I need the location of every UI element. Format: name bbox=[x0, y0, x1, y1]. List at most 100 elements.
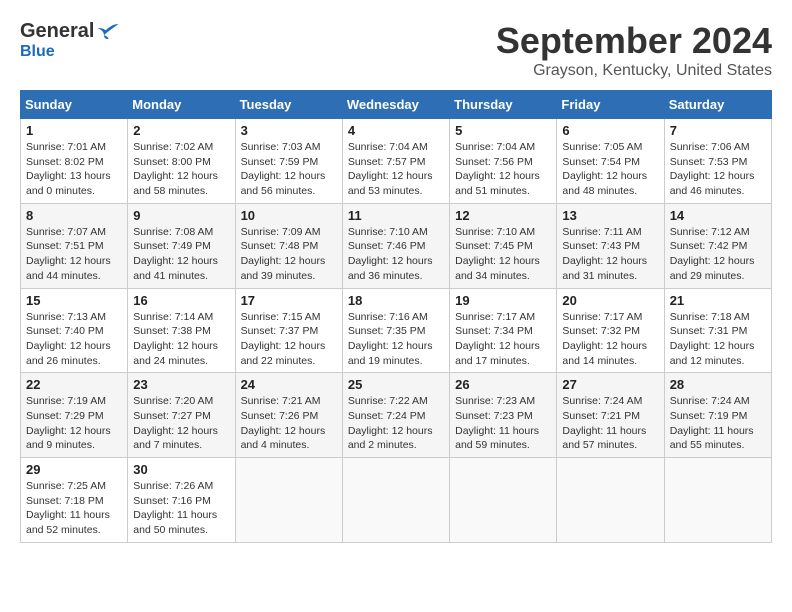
calendar-cell bbox=[664, 458, 771, 543]
calendar-week-2: 8 Sunrise: 7:07 AM Sunset: 7:51 PM Daylig… bbox=[21, 203, 772, 288]
calendar-cell bbox=[342, 458, 449, 543]
day-number: 13 bbox=[562, 208, 658, 223]
logo-blue-text: Blue bbox=[20, 43, 55, 61]
calendar-cell: 8 Sunrise: 7:07 AM Sunset: 7:51 PM Daylig… bbox=[21, 203, 128, 288]
day-number: 4 bbox=[348, 123, 444, 138]
calendar-cell: 4 Sunrise: 7:04 AM Sunset: 7:57 PM Daylig… bbox=[342, 119, 449, 204]
calendar-cell: 17 Sunrise: 7:15 AM Sunset: 7:37 PM Dayli… bbox=[235, 288, 342, 373]
calendar-cell: 2Sunrise: 7:02 AM Sunset: 8:00 PM Daylig… bbox=[128, 119, 235, 204]
weekday-header-saturday: Saturday bbox=[664, 91, 771, 119]
day-info: Sunrise: 7:01 AM Sunset: 8:02 PM Dayligh… bbox=[26, 140, 122, 199]
calendar-cell: 1Sunrise: 7:01 AM Sunset: 8:02 PM Daylig… bbox=[21, 119, 128, 204]
calendar-cell: 25Sunrise: 7:22 AM Sunset: 7:24 PM Dayli… bbox=[342, 373, 449, 458]
day-info: Sunrise: 7:14 AM Sunset: 7:38 PM Dayligh… bbox=[133, 310, 229, 369]
weekday-header-monday: Monday bbox=[128, 91, 235, 119]
calendar-cell: 19 Sunrise: 7:17 AM Sunset: 7:34 PM Dayli… bbox=[450, 288, 557, 373]
calendar-cell: 28Sunrise: 7:24 AM Sunset: 7:19 PM Dayli… bbox=[664, 373, 771, 458]
day-info: Sunrise: 7:05 AM Sunset: 7:54 PM Dayligh… bbox=[562, 140, 658, 199]
calendar-cell: 21 Sunrise: 7:18 AM Sunset: 7:31 PM Dayli… bbox=[664, 288, 771, 373]
logo-general-text: General bbox=[20, 20, 94, 43]
calendar-cell bbox=[235, 458, 342, 543]
day-info: Sunrise: 7:25 AM Sunset: 7:18 PM Dayligh… bbox=[26, 479, 122, 538]
weekday-header-sunday: Sunday bbox=[21, 91, 128, 119]
calendar-cell: 6 Sunrise: 7:05 AM Sunset: 7:54 PM Daylig… bbox=[557, 119, 664, 204]
day-info: Sunrise: 7:20 AM Sunset: 7:27 PM Dayligh… bbox=[133, 394, 229, 453]
day-info: Sunrise: 7:06 AM Sunset: 7:53 PM Dayligh… bbox=[670, 140, 766, 199]
day-info: Sunrise: 7:15 AM Sunset: 7:37 PM Dayligh… bbox=[241, 310, 337, 369]
day-info: Sunrise: 7:12 AM Sunset: 7:42 PM Dayligh… bbox=[670, 225, 766, 284]
calendar-cell: 13 Sunrise: 7:11 AM Sunset: 7:43 PM Dayli… bbox=[557, 203, 664, 288]
day-info: Sunrise: 7:17 AM Sunset: 7:34 PM Dayligh… bbox=[455, 310, 551, 369]
day-info: Sunrise: 7:16 AM Sunset: 7:35 PM Dayligh… bbox=[348, 310, 444, 369]
calendar-week-3: 15 Sunrise: 7:13 AM Sunset: 7:40 PM Dayli… bbox=[21, 288, 772, 373]
calendar-cell: 23Sunrise: 7:20 AM Sunset: 7:27 PM Dayli… bbox=[128, 373, 235, 458]
day-info: Sunrise: 7:19 AM Sunset: 7:29 PM Dayligh… bbox=[26, 394, 122, 453]
day-number: 22 bbox=[26, 377, 122, 392]
day-number: 17 bbox=[241, 293, 337, 308]
calendar-cell: 20Sunrise: 7:17 AM Sunset: 7:32 PM Dayli… bbox=[557, 288, 664, 373]
day-number: 11 bbox=[348, 208, 444, 223]
header: General Blue September 2024 Grayson, Ken… bbox=[20, 20, 772, 80]
day-number: 9 bbox=[133, 208, 229, 223]
calendar-cell: 11Sunrise: 7:10 AM Sunset: 7:46 PM Dayli… bbox=[342, 203, 449, 288]
calendar-cell: 15 Sunrise: 7:13 AM Sunset: 7:40 PM Dayli… bbox=[21, 288, 128, 373]
day-number: 27 bbox=[562, 377, 658, 392]
calendar-cell bbox=[450, 458, 557, 543]
calendar-cell: 10 Sunrise: 7:09 AM Sunset: 7:48 PM Dayli… bbox=[235, 203, 342, 288]
day-info: Sunrise: 7:04 AM Sunset: 7:57 PM Dayligh… bbox=[348, 140, 444, 199]
calendar-cell: 27 Sunrise: 7:24 AM Sunset: 7:21 PM Dayli… bbox=[557, 373, 664, 458]
calendar-week-1: 1Sunrise: 7:01 AM Sunset: 8:02 PM Daylig… bbox=[21, 119, 772, 204]
day-number: 18 bbox=[348, 293, 444, 308]
day-info: Sunrise: 7:08 AM Sunset: 7:49 PM Dayligh… bbox=[133, 225, 229, 284]
day-number: 6 bbox=[562, 123, 658, 138]
day-info: Sunrise: 7:07 AM Sunset: 7:51 PM Dayligh… bbox=[26, 225, 122, 284]
calendar-cell: 12Sunrise: 7:10 AM Sunset: 7:45 PM Dayli… bbox=[450, 203, 557, 288]
calendar-cell: 18 Sunrise: 7:16 AM Sunset: 7:35 PM Dayli… bbox=[342, 288, 449, 373]
day-number: 16 bbox=[133, 293, 229, 308]
weekday-header-thursday: Thursday bbox=[450, 91, 557, 119]
calendar-cell: 29 Sunrise: 7:25 AM Sunset: 7:18 PM Dayli… bbox=[21, 458, 128, 543]
weekday-header-wednesday: Wednesday bbox=[342, 91, 449, 119]
day-info: Sunrise: 7:13 AM Sunset: 7:40 PM Dayligh… bbox=[26, 310, 122, 369]
day-info: Sunrise: 7:26 AM Sunset: 7:16 PM Dayligh… bbox=[133, 479, 229, 538]
day-info: Sunrise: 7:21 AM Sunset: 7:26 PM Dayligh… bbox=[241, 394, 337, 453]
day-info: Sunrise: 7:03 AM Sunset: 7:59 PM Dayligh… bbox=[241, 140, 337, 199]
calendar-cell: 9 Sunrise: 7:08 AM Sunset: 7:49 PM Daylig… bbox=[128, 203, 235, 288]
day-info: Sunrise: 7:23 AM Sunset: 7:23 PM Dayligh… bbox=[455, 394, 551, 453]
calendar-cell: 5 Sunrise: 7:04 AM Sunset: 7:56 PM Daylig… bbox=[450, 119, 557, 204]
day-info: Sunrise: 7:24 AM Sunset: 7:19 PM Dayligh… bbox=[670, 394, 766, 453]
day-info: Sunrise: 7:04 AM Sunset: 7:56 PM Dayligh… bbox=[455, 140, 551, 199]
day-number: 30 bbox=[133, 462, 229, 477]
day-number: 19 bbox=[455, 293, 551, 308]
day-number: 8 bbox=[26, 208, 122, 223]
calendar-cell: 14 Sunrise: 7:12 AM Sunset: 7:42 PM Dayli… bbox=[664, 203, 771, 288]
weekday-header-tuesday: Tuesday bbox=[235, 91, 342, 119]
day-info: Sunrise: 7:24 AM Sunset: 7:21 PM Dayligh… bbox=[562, 394, 658, 453]
day-number: 3 bbox=[241, 123, 337, 138]
day-number: 26 bbox=[455, 377, 551, 392]
calendar-cell: 22 Sunrise: 7:19 AM Sunset: 7:29 PM Dayli… bbox=[21, 373, 128, 458]
weekday-header-friday: Friday bbox=[557, 91, 664, 119]
day-number: 14 bbox=[670, 208, 766, 223]
calendar-cell: 3 Sunrise: 7:03 AM Sunset: 7:59 PM Daylig… bbox=[235, 119, 342, 204]
day-number: 15 bbox=[26, 293, 122, 308]
day-info: Sunrise: 7:09 AM Sunset: 7:48 PM Dayligh… bbox=[241, 225, 337, 284]
calendar-week-4: 22 Sunrise: 7:19 AM Sunset: 7:29 PM Dayli… bbox=[21, 373, 772, 458]
day-number: 10 bbox=[241, 208, 337, 223]
day-number: 21 bbox=[670, 293, 766, 308]
calendar-cell: 16 Sunrise: 7:14 AM Sunset: 7:38 PM Dayli… bbox=[128, 288, 235, 373]
day-number: 25 bbox=[348, 377, 444, 392]
day-info: Sunrise: 7:11 AM Sunset: 7:43 PM Dayligh… bbox=[562, 225, 658, 284]
calendar-cell bbox=[557, 458, 664, 543]
calendar-cell: 30 Sunrise: 7:26 AM Sunset: 7:16 PM Dayli… bbox=[128, 458, 235, 543]
calendar: SundayMondayTuesdayWednesdayThursdayFrid… bbox=[20, 90, 772, 543]
calendar-week-5: 29 Sunrise: 7:25 AM Sunset: 7:18 PM Dayli… bbox=[21, 458, 772, 543]
month-title: September 2024 bbox=[496, 20, 772, 62]
day-number: 20 bbox=[562, 293, 658, 308]
day-number: 7 bbox=[670, 123, 766, 138]
day-number: 29 bbox=[26, 462, 122, 477]
weekday-header-row: SundayMondayTuesdayWednesdayThursdayFrid… bbox=[21, 91, 772, 119]
day-info: Sunrise: 7:18 AM Sunset: 7:31 PM Dayligh… bbox=[670, 310, 766, 369]
day-number: 24 bbox=[241, 377, 337, 392]
day-number: 5 bbox=[455, 123, 551, 138]
